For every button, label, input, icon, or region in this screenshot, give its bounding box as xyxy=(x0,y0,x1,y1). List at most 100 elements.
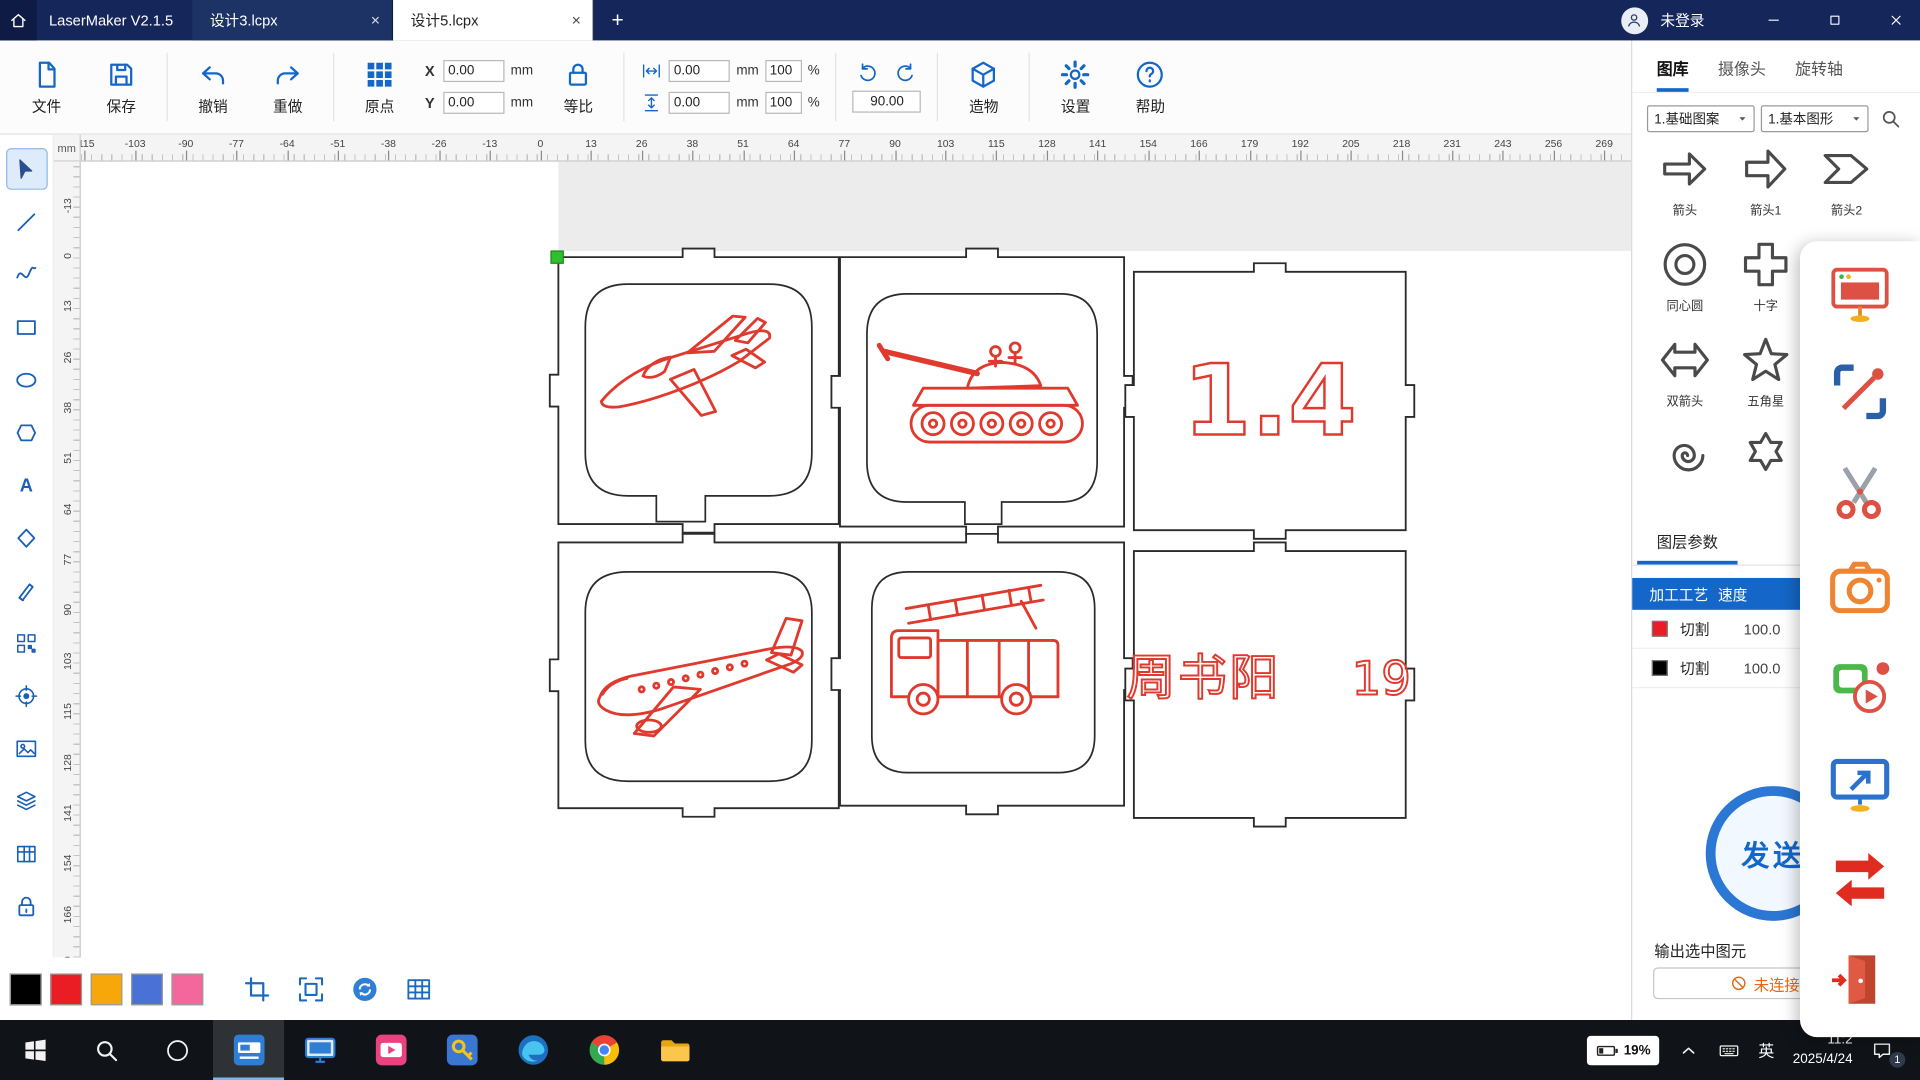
gallery-item-arrow-right[interactable]: 箭头 xyxy=(1644,142,1725,230)
right-panel-tab-1[interactable]: 摄像头 xyxy=(1718,56,1766,92)
height-percent-input[interactable] xyxy=(765,92,802,114)
avatar[interactable] xyxy=(1621,7,1648,34)
home-button[interactable] xyxy=(0,0,37,40)
taskbar-display-button[interactable] xyxy=(284,1020,355,1080)
y-input[interactable] xyxy=(443,92,504,114)
tool-rectangle[interactable] xyxy=(7,307,46,346)
tool-polygon[interactable] xyxy=(7,413,46,452)
new-tab-button[interactable]: + xyxy=(594,8,640,32)
save-button[interactable]: 保存 xyxy=(92,58,151,116)
battery-indicator[interactable]: 19% xyxy=(1587,1035,1659,1064)
taskbar-folder-button[interactable] xyxy=(639,1020,710,1080)
lock-ratio-button[interactable]: 等比 xyxy=(549,58,608,116)
student-name-text[interactable]: 周书阳 xyxy=(1127,651,1281,705)
width-percent-input[interactable] xyxy=(765,60,802,82)
taskbar-search-button[interactable] xyxy=(71,1020,142,1080)
ruler-mark: 166 xyxy=(1190,137,1207,149)
maximize-button[interactable] xyxy=(1810,0,1859,40)
right-panel-tab-2[interactable]: 旋转轴 xyxy=(1795,56,1843,92)
layer-params-tab[interactable]: 图层参数 xyxy=(1637,529,1737,565)
tool-target[interactable] xyxy=(7,676,46,715)
tool-diamond[interactable] xyxy=(7,518,46,557)
float-tool-screen-demo[interactable] xyxy=(1827,261,1893,327)
category-select[interactable]: 1.基础图案 xyxy=(1647,105,1755,132)
float-tool-exit[interactable] xyxy=(1827,947,1893,1013)
shape-select[interactable]: 1.基本图形 xyxy=(1761,105,1869,132)
taskbar-media-pink-button[interactable] xyxy=(355,1020,426,1080)
gallery-item-arrow-chevron[interactable]: 箭头2 xyxy=(1806,142,1887,230)
tool-layers[interactable] xyxy=(7,781,46,820)
login-status[interactable]: 未登录 xyxy=(1660,10,1736,31)
taskbar-chrome-button[interactable] xyxy=(568,1020,639,1080)
fighter-jet-panel[interactable] xyxy=(550,249,848,533)
tab-close-icon[interactable]: × xyxy=(361,11,380,29)
grade-number-text[interactable]: 1.4 xyxy=(1183,345,1357,459)
settings-button[interactable]: 设置 xyxy=(1046,58,1105,116)
gallery-item-star-5[interactable]: 五角星 xyxy=(1725,333,1806,421)
palette-color[interactable] xyxy=(10,973,42,1005)
height-input[interactable] xyxy=(669,92,730,114)
tool-knife[interactable] xyxy=(7,571,46,610)
tool-ellipse[interactable] xyxy=(7,360,46,399)
float-tool-scissors[interactable] xyxy=(1827,457,1893,523)
taskbar-lasermaker-button[interactable] xyxy=(213,1020,284,1080)
float-tool-swap[interactable] xyxy=(1827,849,1893,915)
gallery-item-spiral[interactable] xyxy=(1644,429,1725,517)
origin-button[interactable]: 原点 xyxy=(350,58,409,116)
tool-qrcode[interactable] xyxy=(7,623,46,662)
tool-image[interactable] xyxy=(7,729,46,768)
minimize-button[interactable] xyxy=(1749,0,1798,40)
taskbar-cortana-button[interactable] xyxy=(142,1020,213,1080)
palette-color[interactable] xyxy=(50,973,82,1005)
gallery-item-arrow-block[interactable]: 箭头1 xyxy=(1725,142,1806,230)
width-input[interactable] xyxy=(669,60,730,82)
tool-curve[interactable] xyxy=(7,255,46,294)
rotate-ccw-icon[interactable] xyxy=(856,61,880,85)
float-tool-media[interactable] xyxy=(1827,653,1893,719)
close-button[interactable] xyxy=(1871,0,1920,40)
tool-lock[interactable] xyxy=(7,887,46,926)
input-language[interactable]: 英 xyxy=(1758,1038,1774,1061)
float-tool-camera[interactable] xyxy=(1827,555,1893,621)
document-tab[interactable]: 设计5.lcpx× xyxy=(394,0,595,40)
tool-table[interactable] xyxy=(7,834,46,873)
gallery-item-double-arrow[interactable]: 双箭头 xyxy=(1644,333,1725,421)
rotate-cw-icon[interactable] xyxy=(893,61,917,85)
tool-line[interactable] xyxy=(7,202,46,241)
canvas-tool-sync[interactable] xyxy=(350,974,379,1003)
tab-close-icon[interactable]: × xyxy=(562,11,581,29)
taskbar-start-button[interactable] xyxy=(0,1020,71,1080)
tool-select[interactable] xyxy=(7,149,46,188)
help-button[interactable]: 帮助 xyxy=(1121,58,1180,116)
redo-button[interactable]: 重做 xyxy=(258,58,317,116)
keyboard-icon[interactable] xyxy=(1718,1039,1740,1061)
x-input[interactable] xyxy=(443,60,504,82)
notification-button[interactable]: 1 xyxy=(1871,1039,1910,1061)
tray-expand-icon[interactable] xyxy=(1678,1039,1700,1061)
selection-handle[interactable] xyxy=(551,251,563,263)
right-panel-tab-0[interactable]: 图库 xyxy=(1657,56,1689,92)
canvas-tool-frame[interactable] xyxy=(242,974,271,1003)
qrcode-tool-icon xyxy=(13,630,39,656)
palette-color[interactable] xyxy=(131,973,163,1005)
tool-text[interactable]: A xyxy=(7,465,46,504)
angle-input[interactable] xyxy=(853,91,922,113)
class-number-text[interactable]: 19 xyxy=(1352,651,1411,705)
taskbar-edge-button[interactable] xyxy=(497,1020,568,1080)
gallery-item-concentric[interactable]: 同心圆 xyxy=(1644,238,1725,326)
taskbar-key-button[interactable] xyxy=(426,1020,497,1080)
gallery-item-star-6[interactable] xyxy=(1725,429,1806,517)
create-button[interactable]: 造物 xyxy=(954,58,1013,116)
design-canvas[interactable]: 1.4 周书阳 19 xyxy=(81,162,1631,958)
document-tab[interactable]: 设计3.lcpx× xyxy=(193,0,394,40)
gallery-item-cross[interactable]: 十字 xyxy=(1725,238,1806,326)
search-icon[interactable] xyxy=(1880,108,1902,130)
palette-color[interactable] xyxy=(91,973,123,1005)
canvas-tool-grid[interactable] xyxy=(404,974,433,1003)
file-button[interactable]: 文件 xyxy=(17,58,76,116)
undo-button[interactable]: 撤销 xyxy=(184,58,243,116)
palette-color[interactable] xyxy=(171,973,203,1005)
canvas-tool-fullscreen[interactable] xyxy=(296,974,325,1003)
float-tool-cast[interactable] xyxy=(1827,751,1893,817)
float-tool-snip[interactable] xyxy=(1827,359,1893,425)
